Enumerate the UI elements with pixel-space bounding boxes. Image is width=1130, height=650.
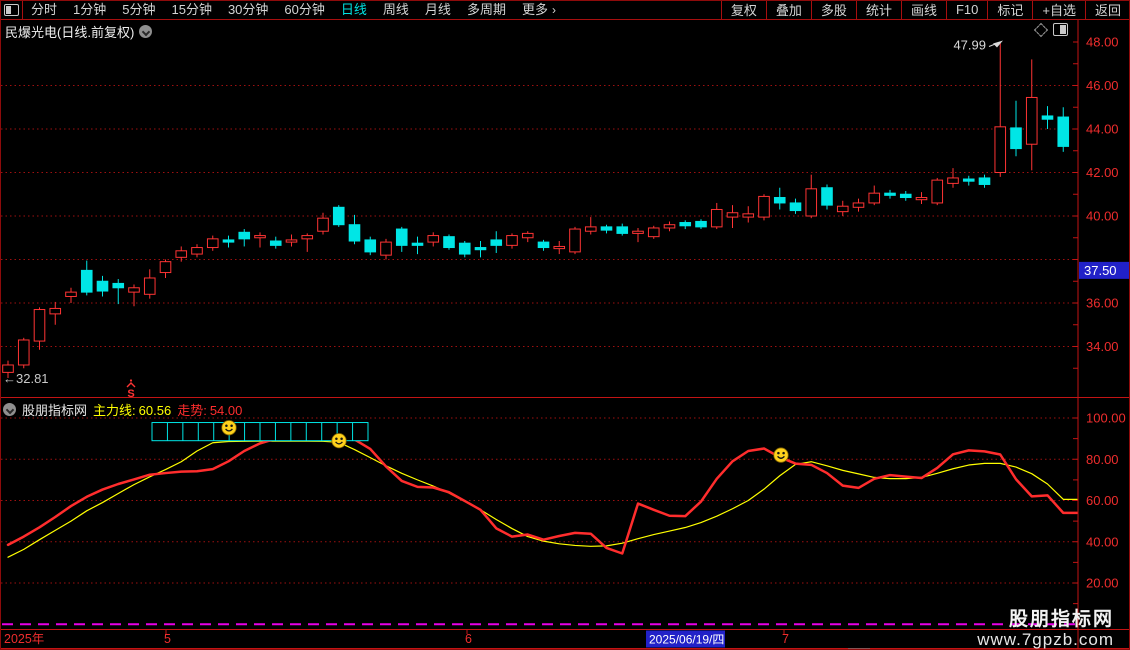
toolbar-menu: 复权 叠加 多股 统计 画线 F10 标记 +自选 返回 <box>720 0 1130 19</box>
chevron-down-circle-icon[interactable] <box>139 25 153 38</box>
smiley-icon <box>331 433 347 449</box>
toolbar-item-8[interactable]: +自选 <box>1032 0 1085 19</box>
high-price-annotation: 47.99 <box>953 38 986 53</box>
chart-corner-icons <box>1033 22 1068 37</box>
diamond-icon[interactable] <box>1033 22 1049 37</box>
date-highlight-value: 2025/06/19/四 <box>649 633 724 647</box>
price-axis-label: 40.00 <box>1086 209 1119 224</box>
indicator-axis-label: 100.00 <box>1086 411 1126 426</box>
indicator-source-label: 股朋指标网 <box>22 403 88 418</box>
date-axis-month: 5 <box>164 632 171 646</box>
period-tab-7[interactable]: 日线 <box>333 0 375 19</box>
sell-marker: S <box>127 388 134 400</box>
watermark-url: www.7gpzb.com <box>977 629 1114 649</box>
toolbar-item-6[interactable]: F10 <box>945 0 987 19</box>
toolbar-item-2[interactable]: 叠加 <box>765 0 811 19</box>
price-axis-label: 44.00 <box>1086 122 1119 137</box>
period-tab-1[interactable]: 分时 <box>23 0 65 19</box>
toolbar-item-9[interactable]: 返回 <box>1084 0 1130 19</box>
price-axis-label: 36.00 <box>1086 296 1119 311</box>
chart-canvas[interactable]: 48.00 46.00 44.00 42.00 40.00 36.00 34.00 37.50… <box>0 0 1130 650</box>
toolbar-item-1[interactable]: 复权 <box>720 0 766 19</box>
period-tabs: 分时 1分钟 5分钟 15分钟 30分钟 60分钟 日线 周线 月线 多周期 更多 › <box>23 0 562 19</box>
period-tab-5[interactable]: 30分钟 <box>220 0 276 19</box>
collapse-indicator-icon[interactable] <box>3 403 16 416</box>
period-tab-4[interactable]: 15分钟 <box>163 0 219 19</box>
price-axis-label: 46.00 <box>1086 78 1119 93</box>
date-axis-month: 7 <box>782 632 789 646</box>
watermark: 股朋指标网 www.7gpzb.com <box>977 610 1114 649</box>
indicator-axis-label: 80.00 <box>1086 452 1119 467</box>
period-tab-9[interactable]: 月线 <box>417 0 459 19</box>
chart-title-row: 民爆光电(日线.前复权) <box>5 22 153 41</box>
split-window-icon <box>3 3 19 16</box>
indicator-axis-label: 40.00 <box>1086 534 1119 549</box>
sell-marker-caret <box>126 382 136 388</box>
smiley-icon <box>221 420 237 436</box>
indicator-header: 股朋指标网 主力线: 60.56 走势: 54.00 <box>3 400 242 419</box>
more-arrow-icon: › <box>551 2 556 17</box>
period-tab-10[interactable]: 多周期 <box>459 0 514 19</box>
trend-line-readout: 走势: 54.00 <box>177 403 243 418</box>
indicator-axis-label: 60.00 <box>1086 493 1119 508</box>
date-axis-month: 6 <box>465 632 472 646</box>
price-axis-label: 42.00 <box>1086 165 1119 180</box>
toolbar-item-4[interactable]: 统计 <box>855 0 901 19</box>
top-menu-bar: 分时 1分钟 5分钟 15分钟 30分钟 60分钟 日线 周线 月线 多周期 更多 › 复权 叠加 多股统… <box>0 0 1130 20</box>
period-tab-2[interactable]: 1分钟 <box>65 0 114 19</box>
toolbar-item-7[interactable]: 标记 <box>987 0 1032 19</box>
period-tab-3[interactable]: 5分钟 <box>114 0 163 19</box>
date-axis-year: 2025年 <box>4 632 44 646</box>
chart-title: 民爆光电(日线.前复权) <box>5 25 135 40</box>
price-tag-value: 37.50 <box>1084 263 1117 278</box>
split-box-icon[interactable] <box>1053 23 1068 36</box>
price-axis-label: 48.00 <box>1086 35 1119 50</box>
toolbar-item-3[interactable]: 多股 <box>810 0 856 19</box>
low-price-annotation: ←32.81 <box>3 371 49 386</box>
price-axis-label: 34.00 <box>1086 339 1119 354</box>
arrow-right-icon <box>993 40 1003 48</box>
period-tab-11[interactable]: 更多 <box>514 0 556 19</box>
indicator-line-trend <box>6 430 1079 555</box>
indicator-axis-label: 20.00 <box>1086 576 1119 591</box>
period-tab-6[interactable]: 60分钟 <box>276 0 332 19</box>
watermark-site-name: 股朋指标网 <box>1008 609 1114 631</box>
window-layout-button[interactable] <box>0 0 23 19</box>
toolbar-item-5[interactable]: 画线 <box>900 0 946 19</box>
period-tab-8[interactable]: 周线 <box>375 0 417 19</box>
smiley-icon <box>773 447 789 463</box>
main-line-readout: 主力线: 60.56 <box>93 403 172 418</box>
